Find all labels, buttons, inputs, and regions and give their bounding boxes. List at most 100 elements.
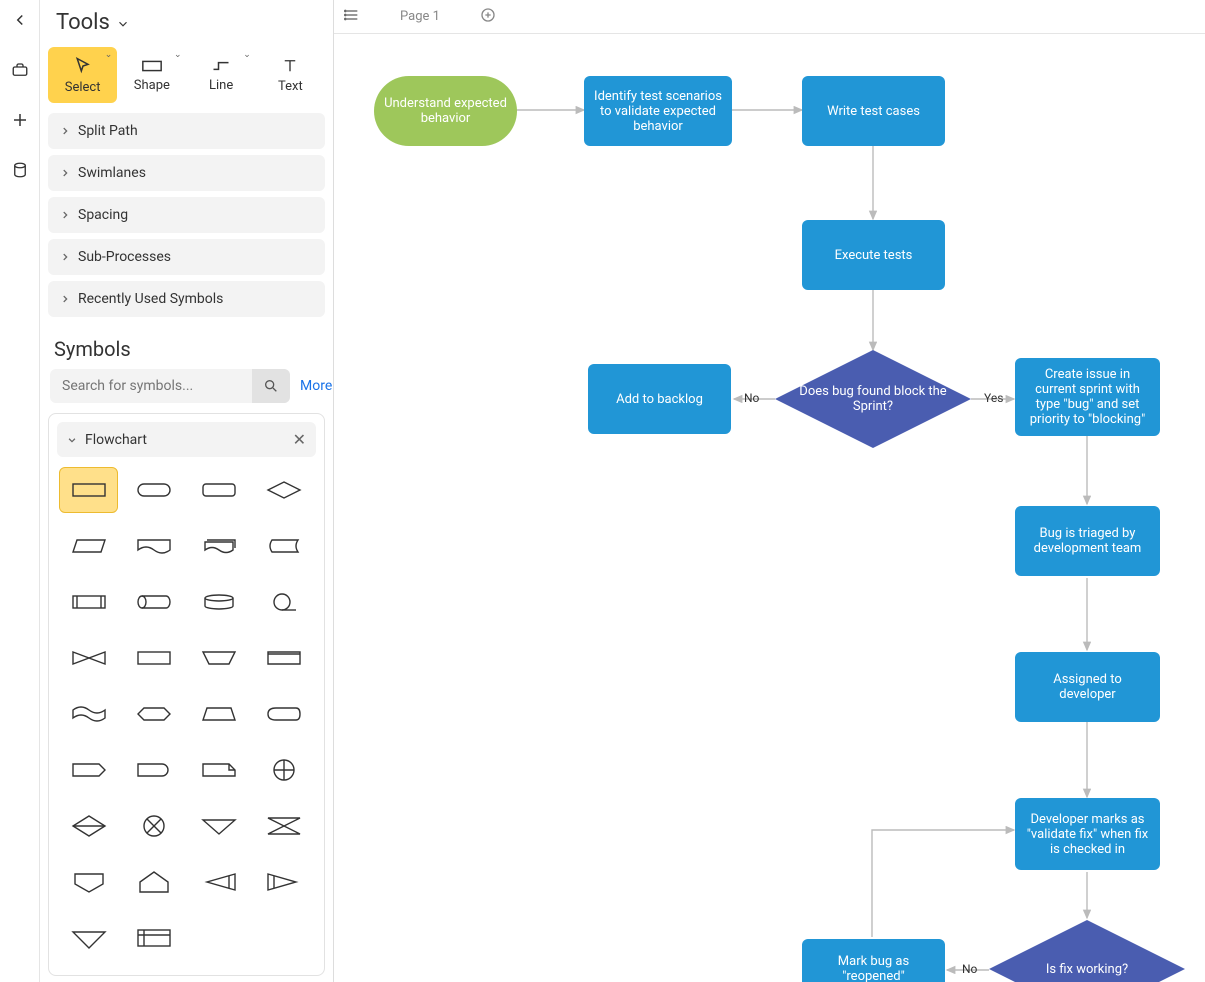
page-tab[interactable]: Page 1 bbox=[372, 0, 468, 33]
tool-tab-select[interactable]: ⌄ Select bbox=[48, 47, 117, 103]
node-write[interactable]: Write test cases bbox=[802, 76, 945, 146]
shape-process[interactable] bbox=[59, 467, 118, 513]
shape-house[interactable] bbox=[124, 859, 183, 905]
search-input[interactable] bbox=[50, 369, 252, 403]
tool-tabs: ⌄ Select ⌄ Shape ⌄ Line Text bbox=[48, 43, 325, 113]
more-label: More bbox=[300, 378, 332, 394]
node-label: Identify test scenarios to validate expe… bbox=[594, 89, 722, 134]
shape-delay[interactable] bbox=[124, 747, 183, 793]
chevron-down-icon: ⌄ bbox=[105, 50, 113, 60]
node-validatefix[interactable]: Developer marks as "validate fix" when f… bbox=[1015, 798, 1160, 870]
shape-database[interactable] bbox=[190, 579, 249, 625]
library-header[interactable]: Flowchart ✕ bbox=[57, 422, 316, 457]
shape-grid bbox=[57, 467, 316, 967]
shape-decision[interactable] bbox=[255, 467, 314, 513]
node-label: Add to backlog bbox=[616, 392, 703, 407]
shape-trapezoid[interactable] bbox=[190, 691, 249, 737]
node-decision-block[interactable]: Does bug found block the Sprint? bbox=[775, 350, 971, 448]
node-create-issue[interactable]: Create issue in current sprint with type… bbox=[1015, 358, 1160, 436]
shape-data[interactable] bbox=[59, 523, 118, 569]
shape-extract[interactable] bbox=[59, 915, 118, 961]
node-label: Does bug found block the Sprint? bbox=[775, 384, 971, 414]
shape-arrow-right[interactable] bbox=[255, 859, 314, 905]
node-label: Mark bug as "reopened" bbox=[812, 954, 935, 982]
shape-arrow-left[interactable] bbox=[190, 859, 249, 905]
shape-collate[interactable] bbox=[255, 803, 314, 849]
chevron-right-icon bbox=[60, 126, 70, 136]
outline-icon[interactable] bbox=[344, 7, 360, 27]
search-button[interactable] bbox=[252, 369, 290, 403]
add-page-button[interactable] bbox=[480, 7, 496, 27]
node-decision-fix[interactable]: Is fix working? bbox=[989, 920, 1185, 982]
node-label: Developer marks as "validate fix" when f… bbox=[1025, 812, 1150, 857]
shape-or[interactable] bbox=[124, 803, 183, 849]
shape-offpage[interactable] bbox=[59, 859, 118, 905]
shape-document[interactable] bbox=[124, 523, 183, 569]
close-icon[interactable]: ✕ bbox=[293, 430, 306, 449]
chevron-right-icon bbox=[60, 168, 70, 178]
chevron-down-icon bbox=[116, 17, 130, 31]
node-understand[interactable]: Understand expected behavior bbox=[374, 76, 517, 146]
shape-manual-op[interactable] bbox=[190, 635, 249, 681]
node-reopened[interactable]: Mark bug as "reopened" bbox=[802, 939, 945, 982]
tool-tab-line[interactable]: ⌄ Line bbox=[187, 47, 256, 103]
tools-header[interactable]: Tools bbox=[48, 0, 325, 43]
node-backlog[interactable]: Add to backlog bbox=[588, 364, 731, 434]
shape-tape[interactable] bbox=[59, 691, 118, 737]
search-icon bbox=[263, 378, 279, 394]
node-label: Is fix working? bbox=[1022, 962, 1152, 977]
tool-tab-label: Shape bbox=[134, 78, 170, 93]
edge-label-no2: No bbox=[962, 962, 977, 976]
add-icon[interactable] bbox=[4, 104, 36, 136]
chevron-right-icon bbox=[60, 294, 70, 304]
shape-merge[interactable] bbox=[190, 803, 249, 849]
section-subprocesses[interactable]: Sub-Processes bbox=[48, 239, 325, 275]
chevron-right-icon bbox=[60, 252, 70, 262]
diagram-canvas[interactable]: Understand expected behavior Identify te… bbox=[334, 34, 1205, 982]
chevron-down-icon bbox=[67, 435, 77, 445]
section-spacing[interactable]: Spacing bbox=[48, 197, 325, 233]
shape-card[interactable] bbox=[255, 635, 314, 681]
shape-tag[interactable] bbox=[59, 747, 118, 793]
shape-sort[interactable] bbox=[59, 803, 118, 849]
toolbox-icon[interactable] bbox=[4, 54, 36, 86]
shape-stored-data[interactable] bbox=[255, 523, 314, 569]
symbols-title: Symbols bbox=[48, 323, 325, 369]
node-execute[interactable]: Execute tests bbox=[802, 220, 945, 290]
shape-terminator[interactable] bbox=[124, 467, 183, 513]
shape-seq-data[interactable] bbox=[255, 579, 314, 625]
section-label: Recently Used Symbols bbox=[78, 291, 223, 307]
edge-label-no: No bbox=[744, 391, 759, 405]
shape-rounded[interactable] bbox=[190, 467, 249, 513]
shape-rect2[interactable] bbox=[124, 635, 183, 681]
tools-title: Tools bbox=[56, 10, 110, 35]
section-swimlanes[interactable]: Swimlanes bbox=[48, 155, 325, 191]
tool-tab-label: Select bbox=[65, 80, 101, 95]
shape-hexagon[interactable] bbox=[124, 691, 183, 737]
shape-bowtie[interactable] bbox=[59, 635, 118, 681]
shape-display[interactable] bbox=[255, 691, 314, 737]
shape-note[interactable] bbox=[190, 747, 249, 793]
shape-predefined[interactable] bbox=[59, 579, 118, 625]
node-assigned[interactable]: Assigned to developer bbox=[1015, 652, 1160, 722]
tool-tab-text[interactable]: Text bbox=[256, 47, 325, 103]
chevron-down-icon: ⌄ bbox=[174, 50, 182, 60]
more-link[interactable]: More + bbox=[300, 378, 334, 394]
edge-label-yes: Yes bbox=[984, 391, 1003, 405]
tools-panel: Tools ⌄ Select ⌄ Shape ⌄ Line Text Split… bbox=[40, 0, 334, 982]
section-recent[interactable]: Recently Used Symbols bbox=[48, 281, 325, 317]
node-identify[interactable]: Identify test scenarios to validate expe… bbox=[584, 76, 732, 146]
shape-internal[interactable] bbox=[124, 915, 183, 961]
shape-multidoc[interactable] bbox=[190, 523, 249, 569]
back-icon[interactable] bbox=[4, 4, 36, 36]
section-split-path[interactable]: Split Path bbox=[48, 113, 325, 149]
tool-tab-shape[interactable]: ⌄ Shape bbox=[117, 47, 186, 103]
page-tabbar: Page 1 bbox=[334, 0, 1205, 34]
chevron-down-icon: ⌄ bbox=[243, 50, 251, 60]
section-label: Sub-Processes bbox=[78, 249, 171, 265]
node-triaged[interactable]: Bug is triaged by development team bbox=[1015, 506, 1160, 576]
shape-direct-data[interactable] bbox=[124, 579, 183, 625]
tool-tab-label: Text bbox=[278, 79, 303, 94]
database-icon[interactable] bbox=[4, 154, 36, 186]
shape-summing[interactable] bbox=[255, 747, 314, 793]
